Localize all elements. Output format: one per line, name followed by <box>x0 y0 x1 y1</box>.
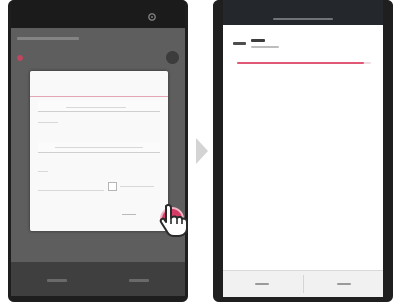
device-name-placeholder <box>251 39 265 42</box>
left-header <box>11 0 185 28</box>
right-header <box>223 0 383 25</box>
right-phone <box>213 0 393 302</box>
right-bottom-left-placeholder <box>255 283 269 285</box>
show-password-checkbox[interactable] <box>108 182 117 191</box>
bottom-bar-separator <box>302 275 304 293</box>
chevron-right-icon <box>196 138 208 169</box>
left-screen <box>11 0 185 296</box>
gear-icon[interactable] <box>147 9 157 27</box>
right-bottom-bar <box>223 270 383 297</box>
right-screen <box>223 0 383 297</box>
device-row[interactable] <box>233 38 383 58</box>
show-password-label-placeholder <box>120 186 154 187</box>
info-icon[interactable] <box>166 51 179 64</box>
pointing-hand-icon <box>157 200 195 243</box>
network-dialog <box>30 71 184 231</box>
cancel-button-placeholder <box>122 214 136 215</box>
left-bottom-bar <box>11 262 185 296</box>
phone-bezel-right <box>383 0 393 296</box>
device-logo-placeholder <box>233 42 246 45</box>
network-label-placeholder <box>38 122 58 123</box>
left-bottom-left-placeholder <box>47 279 67 282</box>
list-item[interactable] <box>17 50 181 66</box>
status-dot <box>17 55 23 61</box>
background-text-line <box>17 37 79 40</box>
network-select-text-placeholder <box>55 147 143 148</box>
right-header-subtitle-placeholder <box>273 18 333 20</box>
password-field[interactable] <box>38 190 104 191</box>
phone-bezel-left <box>213 0 223 296</box>
device-status-placeholder <box>251 46 279 48</box>
left-phone <box>8 0 188 302</box>
dialog-title-divider <box>30 96 168 97</box>
password-label-placeholder <box>38 171 48 172</box>
right-bottom-right-placeholder <box>337 283 351 285</box>
name-field-text-placeholder <box>66 107 126 108</box>
connection-progress-bar <box>237 62 371 64</box>
connection-progress-fill <box>237 62 365 64</box>
left-bottom-right-placeholder <box>129 279 149 282</box>
